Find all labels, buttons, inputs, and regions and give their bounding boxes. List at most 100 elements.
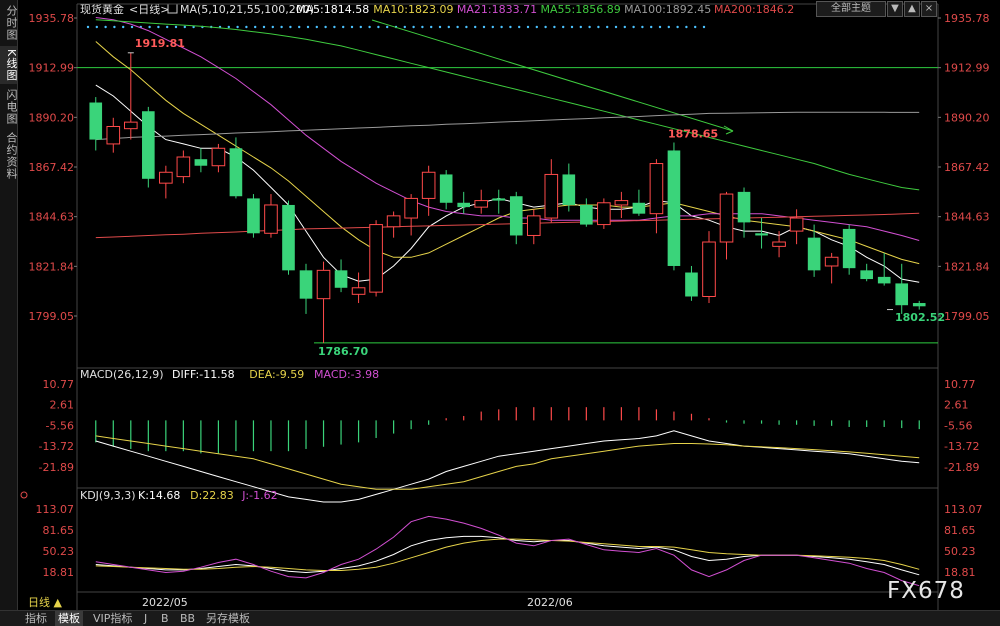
- price-axis-label-left: 1912.99: [29, 62, 75, 75]
- candle-body-down: [509, 196, 523, 236]
- top-dot-marker: [174, 25, 178, 29]
- candle-body-down: [334, 270, 348, 288]
- top-dot-marker: [526, 25, 530, 29]
- candle-body-down: [580, 204, 593, 225]
- theme-select-button[interactable]: 全部主题: [816, 1, 886, 17]
- top-dot-marker: [166, 25, 169, 29]
- candle-body-down: [895, 283, 909, 306]
- arrow-down-icon[interactable]: ▼: [887, 1, 903, 17]
- top-dot-marker: [500, 25, 503, 29]
- bottom-toolbar: 指标 模板 VIP指标 J B BB 另存模板: [0, 610, 1000, 626]
- period-selector[interactable]: 日线 ▲: [28, 595, 62, 609]
- top-dot-marker: [553, 25, 556, 29]
- candle-body-down: [807, 237, 821, 271]
- candle-body-up: [526, 215, 541, 236]
- macd-axis-label-left: 10.77: [43, 378, 75, 391]
- tab-indicators[interactable]: 指标: [22, 611, 50, 626]
- arrow-up-icon[interactable]: ▲: [904, 1, 920, 17]
- top-dot-marker: [122, 25, 125, 29]
- top-dot-marker: [465, 25, 468, 29]
- top-dot-marker: [359, 25, 362, 29]
- candle-body-up: [649, 163, 664, 215]
- kdj-axis-label-left: 18.81: [43, 566, 75, 579]
- kdj-legend-item: K:14.68: [138, 489, 180, 502]
- top-dot-marker: [685, 25, 688, 29]
- macd-axis-label-left: 2.61: [50, 399, 75, 412]
- candle-body-down: [737, 191, 751, 223]
- candle-body-up: [176, 156, 191, 178]
- tab-templates[interactable]: 模板: [55, 611, 83, 626]
- top-dot-marker: [694, 25, 697, 29]
- price-panel: 1919.81 1878.65 1786.70 1802.52 1935.78 1912…: [29, 3, 990, 610]
- candle-body-down: [842, 228, 856, 269]
- macd-params: MACD(26,12,9): [80, 368, 164, 381]
- candle-body-down: [299, 270, 313, 299]
- price-axis-label-left: 1890.20: [29, 111, 75, 124]
- top-dot-marker: [113, 25, 116, 29]
- candle-body-down: [194, 159, 208, 166]
- tab-j[interactable]: J: [141, 611, 150, 626]
- top-dot-marker: [544, 25, 547, 29]
- tab-save-template[interactable]: 另存模板: [203, 611, 253, 626]
- candle-body-up: [772, 241, 786, 247]
- candle-body-up: [597, 202, 611, 226]
- candle-body-down: [877, 276, 891, 284]
- price-axis-label-left: 1935.78: [29, 12, 75, 25]
- macd-axis-label-right: -21.89: [944, 461, 979, 474]
- candle-body-up: [386, 215, 401, 228]
- candle-body-up: [316, 269, 331, 300]
- top-dot-marker: [315, 25, 318, 29]
- price-axis-label-left: 1867.42: [29, 161, 75, 174]
- annotation-low: 1786.70: [318, 345, 368, 358]
- candle-body-up: [159, 171, 173, 184]
- top-dot-marker: [641, 25, 644, 29]
- top-dot-marker: [430, 25, 433, 29]
- top-dot-marker: [104, 25, 107, 29]
- top-dot-marker: [474, 25, 477, 29]
- candle-body-down: [632, 202, 646, 214]
- candle-body-up: [702, 241, 716, 297]
- candle-body-down: [142, 111, 155, 179]
- macd-axis-label-right: -13.72: [944, 440, 979, 453]
- price-axis-label-right: 1821.84: [944, 260, 990, 273]
- top-dot-marker: [403, 25, 406, 29]
- kdj-j-line: [95, 515, 920, 587]
- tab-vip-indicators[interactable]: VIP指标: [90, 611, 135, 626]
- price-axis-label-right: 1912.99: [944, 62, 990, 75]
- top-dot-marker: [518, 25, 521, 29]
- top-dot-marker: [614, 25, 618, 29]
- candle-body-down: [457, 202, 471, 208]
- macd-legend-item: MACD:-3.98: [314, 368, 379, 381]
- tab-bb[interactable]: BB: [177, 611, 198, 626]
- top-dot-marker: [95, 25, 99, 29]
- candle-body-down: [89, 102, 103, 140]
- top-dot-marker: [350, 25, 354, 29]
- kdj-axis-label-left: 113.07: [36, 503, 75, 516]
- top-dot-marker: [509, 25, 512, 29]
- price-axis-label-right: 1867.42: [944, 161, 990, 174]
- macd-panel: MACD(26,12,9) DIFF:-11.58 DEA:-9.59 MACD:-…: [39, 367, 979, 503]
- kdj-axis-label-left: 81.65: [43, 524, 75, 537]
- close-icon[interactable]: ×: [921, 1, 937, 17]
- top-dot-marker: [333, 25, 336, 29]
- ma-params: MA(5,10,21,55,100,200): [180, 3, 314, 16]
- watermark-logo: FX678: [887, 578, 965, 604]
- ma5-line: [95, 84, 920, 283]
- macd-axis-label-right: -5.56: [944, 420, 972, 433]
- top-dot-marker: [421, 25, 424, 29]
- top-dot-marker: [482, 25, 486, 29]
- candle-body-up: [369, 224, 383, 293]
- kdj-settings-icon: [20, 491, 28, 499]
- top-dot-marker: [130, 25, 134, 29]
- price-axis-label-left: 1844.63: [29, 211, 75, 224]
- top-dot-marker: [588, 25, 591, 29]
- candle-body-down: [667, 150, 681, 266]
- macd-axis-label-right: 2.61: [944, 399, 969, 412]
- kdj-panel: KDJ(9,3,3) K:14.68 D:22.83 J:-1.62 113.07 1…: [20, 489, 983, 593]
- candle-body-down: [492, 198, 506, 201]
- macd-axis-label-right: 10.77: [944, 378, 976, 391]
- top-dot-marker: [597, 25, 600, 29]
- chart-area[interactable]: 现货黄金 <日线> MA(5,10,21,55,100,200) MA5:181…: [0, 0, 1000, 610]
- tab-b[interactable]: B: [158, 611, 172, 626]
- top-dot-marker: [245, 25, 248, 29]
